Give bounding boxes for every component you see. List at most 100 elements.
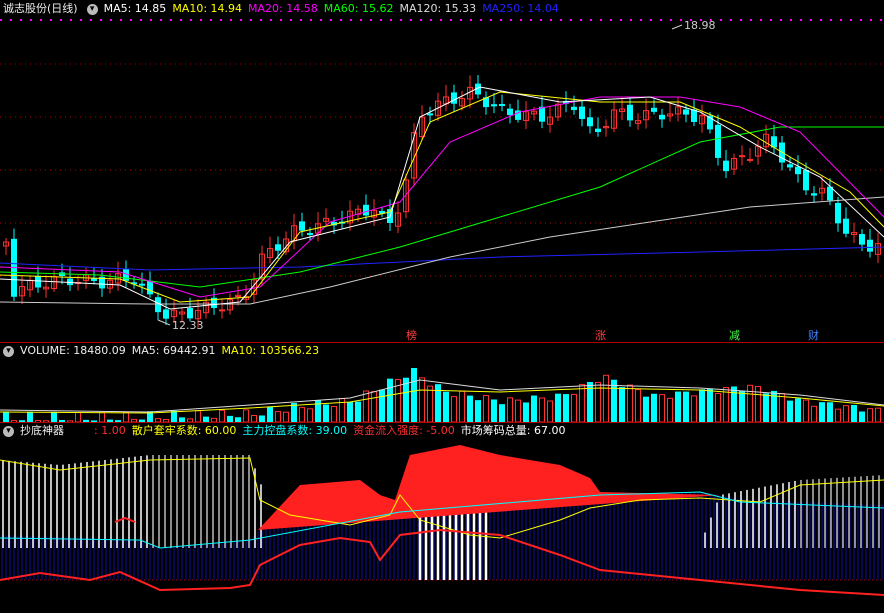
- candle-body: [859, 234, 865, 245]
- ma-legend-item: MA5: 14.85: [103, 2, 167, 15]
- volume-bar: [371, 391, 377, 422]
- volume-bar: [243, 409, 249, 422]
- ma-legend-item: MA250: 14.04: [482, 2, 559, 15]
- volume-bar: [443, 391, 449, 422]
- candle-body: [659, 114, 665, 120]
- volume-bar: [283, 411, 289, 422]
- volume-bar: [483, 394, 489, 422]
- indicator-param: : 1.00: [94, 424, 126, 437]
- candle-body: [715, 124, 721, 158]
- volume-bar: [515, 399, 521, 422]
- volume-bar: [787, 400, 793, 422]
- volume-bar: [819, 402, 825, 422]
- volume-bar: [603, 374, 609, 422]
- volume-bar: [659, 394, 665, 422]
- candle-body: [787, 164, 793, 168]
- volume-bar: [331, 405, 337, 422]
- event-marker-jian[interactable]: 减: [729, 327, 740, 343]
- candle-body: [507, 108, 513, 116]
- candle-body: [827, 186, 833, 201]
- candle-body: [275, 244, 281, 251]
- event-marker-cai[interactable]: 财: [808, 327, 819, 343]
- indicator-param: 散户套牢系数: 60.00: [131, 424, 237, 437]
- volume-bar: [307, 408, 313, 422]
- volume-bar: [691, 395, 697, 422]
- candle-body: [147, 280, 153, 295]
- volume-bar: [387, 378, 393, 422]
- volume-bar: [411, 367, 417, 422]
- candle-body: [363, 204, 369, 216]
- circle-toggle-icon[interactable]: ▾: [3, 425, 14, 437]
- volume-bar: [699, 389, 705, 422]
- event-marker-bang[interactable]: 榜: [406, 327, 417, 343]
- volume-bar: [643, 396, 649, 422]
- low-price-label: 12.33: [172, 319, 204, 332]
- stock-name: 诚志股份(日线): [3, 2, 78, 15]
- volume-header: ▾ VOLUME: 18480.09 MA5: 69442.91 MA10: 1035…: [0, 342, 325, 360]
- candle-body: [35, 275, 41, 288]
- volume-bar: [363, 390, 369, 422]
- volume-bar: [123, 411, 129, 422]
- indicator-chart[interactable]: [0, 440, 884, 613]
- volume-bar: [219, 409, 225, 422]
- candle-body: [579, 106, 585, 119]
- volume-bar: [835, 408, 841, 422]
- candle-body: [587, 117, 593, 127]
- volume-bar: [563, 394, 569, 422]
- volume-bar: [467, 395, 473, 422]
- volume-bar: [523, 402, 529, 422]
- volume-bar: [579, 383, 585, 422]
- candle-body: [91, 278, 97, 281]
- capital-dot: [114, 516, 136, 523]
- ma-legend-item: MA60: 15.62: [323, 2, 394, 15]
- volume-bar: [195, 410, 201, 422]
- high-price-label: 18.98: [684, 19, 716, 32]
- volume-bar: [267, 406, 273, 422]
- candle-body: [651, 107, 657, 112]
- volume-bar: [27, 411, 33, 422]
- candle-body: [299, 221, 305, 231]
- volume-bar: [3, 411, 9, 422]
- volume-bar: [491, 399, 497, 422]
- candle-body: [307, 233, 313, 236]
- candle-body: [163, 309, 169, 319]
- volume-bar: [707, 389, 713, 422]
- volume-bar: [859, 411, 865, 422]
- candle-body: [803, 170, 809, 191]
- volume-bar: [99, 412, 105, 422]
- event-marker-zhang[interactable]: 涨: [595, 327, 606, 343]
- ma-legend: MA5: 14.85 MA10: 14.94 MA20: 14.58 MA60: 15…: [104, 2, 565, 15]
- candle-body: [683, 109, 689, 115]
- candle-body: [539, 106, 545, 122]
- ma10-line: [0, 91, 884, 303]
- volume-bar: [811, 405, 817, 422]
- volume-bar: [355, 401, 361, 422]
- ma-legend-item: MA10: 14.94: [172, 2, 243, 15]
- candle-body: [491, 104, 497, 107]
- ma-legend-item: MA20: 14.58: [248, 2, 318, 15]
- volume-bar: [763, 393, 769, 422]
- candle-body: [67, 278, 73, 286]
- candle-body: [155, 297, 161, 313]
- candle-body: [571, 106, 577, 111]
- circle-toggle-icon[interactable]: ▾: [3, 345, 14, 357]
- volume-bar: [747, 384, 753, 422]
- circle-toggle-icon[interactable]: ▾: [86, 3, 98, 15]
- volume-bar: [795, 398, 801, 422]
- candle-body: [795, 166, 801, 175]
- volume-chart[interactable]: [0, 360, 884, 422]
- candle-body: [771, 136, 777, 148]
- candle-body: [747, 158, 753, 161]
- volume-bar: [547, 400, 553, 422]
- candle-body: [723, 160, 729, 172]
- candle-body: [867, 239, 873, 252]
- volume-bar: [683, 391, 689, 422]
- candlestick-chart[interactable]: 18.98 12.33: [0, 17, 884, 342]
- candle-body: [219, 309, 225, 312]
- candle-body: [843, 218, 849, 234]
- candle-body: [595, 128, 601, 133]
- volume-bar: [739, 390, 745, 422]
- volume-bar: [419, 377, 425, 422]
- volume-bar: [275, 411, 281, 422]
- candle-body: [139, 283, 145, 286]
